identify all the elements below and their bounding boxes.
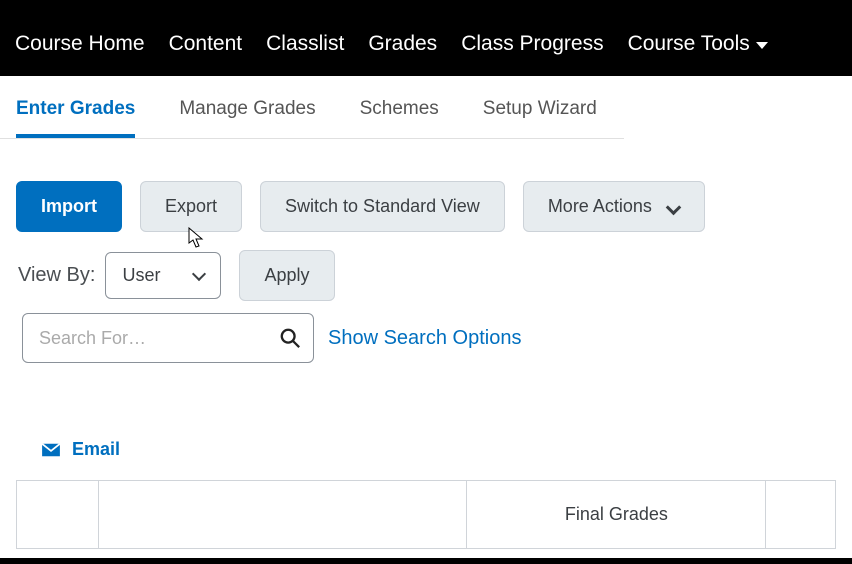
nav-grades[interactable]: Grades <box>368 32 437 56</box>
grades-table: Final Grades <box>16 480 836 549</box>
nav-classlist[interactable]: Classlist <box>266 32 344 56</box>
grades-subnav: Enter Grades Manage Grades Schemes Setup… <box>0 76 624 139</box>
view-by-row: View By: User Apply <box>0 232 852 301</box>
more-actions-button[interactable]: More Actions <box>523 181 705 232</box>
main-navbar: Course Home Content Classlist Grades Cla… <box>0 12 852 76</box>
more-actions-label: More Actions <box>548 196 652 217</box>
chevron-down-icon <box>666 200 680 214</box>
search-row: Show Search Options <box>0 301 852 363</box>
import-button[interactable]: Import <box>16 181 122 232</box>
search-icon[interactable] <box>279 327 301 349</box>
email-link[interactable]: Email <box>72 439 120 460</box>
tab-setup-wizard[interactable]: Setup Wizard <box>483 98 597 138</box>
email-icon <box>40 442 62 458</box>
action-toolbar: Import Export Switch to Standard View Mo… <box>0 139 852 232</box>
nav-course-tools[interactable]: Course Tools <box>628 32 768 56</box>
switch-view-button[interactable]: Switch to Standard View <box>260 181 505 232</box>
nav-content[interactable]: Content <box>169 32 243 56</box>
search-input[interactable] <box>39 328 279 349</box>
chevron-down-icon <box>192 266 206 280</box>
top-black-bar <box>0 0 852 12</box>
apply-button[interactable]: Apply <box>239 250 334 301</box>
view-by-selected: User <box>122 265 160 286</box>
email-row: Email <box>0 363 852 460</box>
tab-enter-grades[interactable]: Enter Grades <box>16 98 135 138</box>
tab-manage-grades[interactable]: Manage Grades <box>179 98 315 138</box>
export-button[interactable]: Export <box>140 181 242 232</box>
view-by-label: View By: <box>18 264 95 287</box>
nav-class-progress[interactable]: Class Progress <box>461 32 603 56</box>
bottom-black-bar <box>0 558 852 564</box>
nav-course-home[interactable]: Course Home <box>15 32 145 56</box>
table-header-row: Final Grades <box>17 481 836 549</box>
view-by-select[interactable]: User <box>105 252 221 299</box>
table-header-final-grades: Final Grades <box>467 481 766 549</box>
tab-schemes[interactable]: Schemes <box>360 98 439 138</box>
chevron-down-icon <box>756 42 768 49</box>
show-search-options-link[interactable]: Show Search Options <box>328 327 521 350</box>
table-header-name <box>98 481 467 549</box>
search-box <box>22 313 314 363</box>
table-header-checkbox <box>17 481 99 549</box>
table-header-extra <box>766 481 836 549</box>
